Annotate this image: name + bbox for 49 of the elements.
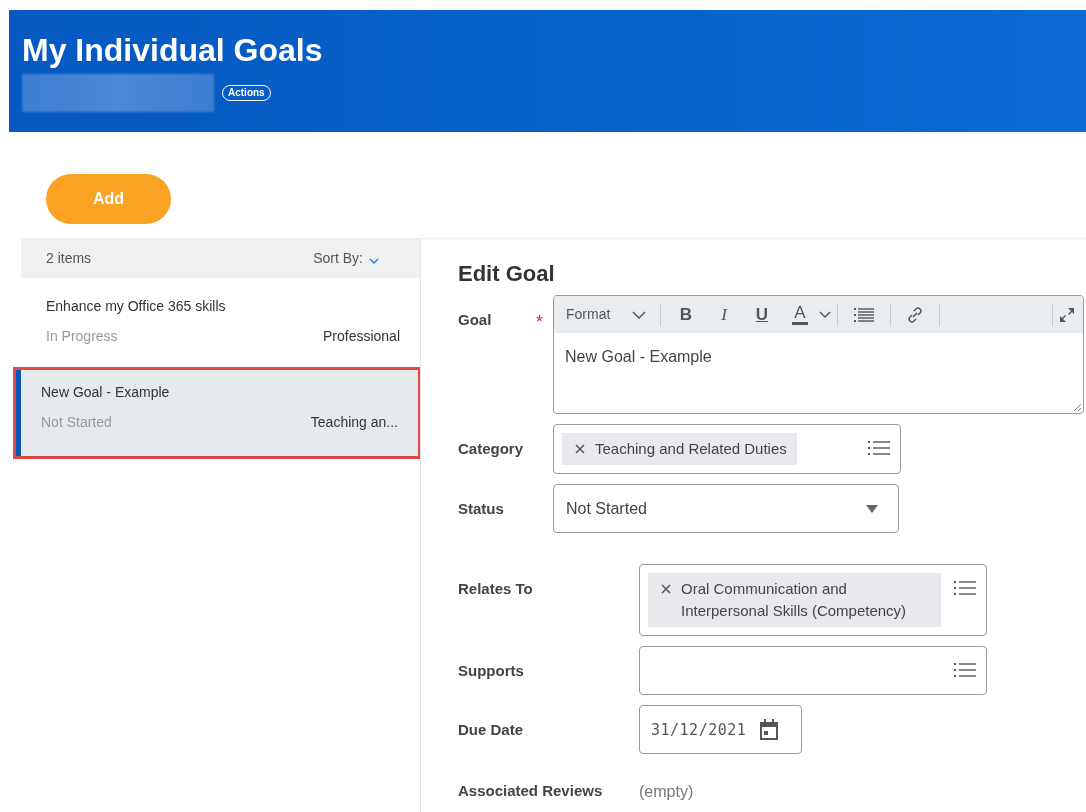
remove-icon[interactable] — [575, 444, 585, 455]
resize-grip-icon[interactable] — [1072, 402, 1082, 413]
tag-label: Teaching and Related Duties — [595, 439, 787, 460]
goal-title: New Goal - Example — [41, 383, 171, 402]
multiselect-field[interactable]: Teaching and Related Duties — [553, 424, 901, 475]
field-value: (empty) — [639, 782, 694, 803]
toolbar-bold-button[interactable]: B — [667, 302, 705, 328]
expand-icon[interactable] — [1059, 306, 1075, 323]
list-icon[interactable] — [954, 580, 976, 597]
date-field[interactable]: 31/12/2021 — [639, 705, 802, 755]
toolbar-color-button[interactable]: A — [792, 304, 808, 326]
chevron-down-icon[interactable] — [819, 310, 831, 319]
field-label: Due Date — [458, 720, 524, 741]
toolbar-underline-button[interactable]: U — [743, 302, 781, 328]
list-icon[interactable] — [868, 440, 890, 457]
link-icon[interactable] — [907, 306, 923, 323]
sort-by-label[interactable]: Sort By: — [313, 247, 363, 269]
goal-status: Not Started — [41, 413, 112, 432]
goal-category: Professional — [322, 327, 400, 346]
goal-title: Enhance my Office 365 skills — [46, 297, 227, 316]
field-label: Status — [458, 499, 504, 520]
bullet-list-icon[interactable] — [854, 307, 874, 322]
field-label: Relates To — [458, 579, 533, 600]
multiselect-field[interactable] — [639, 646, 987, 696]
multiselect-field[interactable]: Oral Communication and Interpersonal Skills (Competency) — [639, 564, 987, 637]
format-dropdown[interactable]: Format — [566, 304, 632, 326]
item-count: 2 items — [46, 248, 92, 268]
goal-category: Teaching an... — [310, 413, 398, 432]
field-label: Goal — [458, 310, 492, 331]
rich-text-editor[interactable]: Format B I U A New Goal - Example — [553, 295, 1084, 415]
remove-icon[interactable] — [661, 584, 671, 595]
goal-status: In Progress — [46, 327, 118, 346]
field-label: Supports — [458, 661, 524, 682]
toolbar-italic-button[interactable]: I — [705, 302, 743, 328]
required-mark: * — [536, 311, 543, 335]
field-label: Associated Reviews — [458, 781, 603, 802]
goal-list-item[interactable]: Enhance my Office 365 skills In Progress Professional — [21, 284, 420, 370]
caret-down-icon[interactable] — [866, 504, 878, 513]
status-dropdown[interactable]: Not Started — [553, 484, 899, 534]
page-title: My Individual Goals — [22, 31, 324, 70]
editor-text: New Goal - Example — [564, 347, 713, 368]
form-heading: Edit Goal — [458, 261, 556, 288]
goal-list-item[interactable]: New Goal - Example Not Started Teaching an... — [16, 370, 418, 456]
calendar-icon[interactable] — [758, 718, 781, 741]
tag-label: Oral Communication and Interpersonal Skills (Competency) — [681, 579, 908, 622]
field-label: Category — [458, 439, 524, 460]
list-icon[interactable] — [954, 662, 976, 679]
chevron-down-icon[interactable] — [632, 310, 646, 319]
chevron-down-icon[interactable] — [369, 257, 379, 265]
